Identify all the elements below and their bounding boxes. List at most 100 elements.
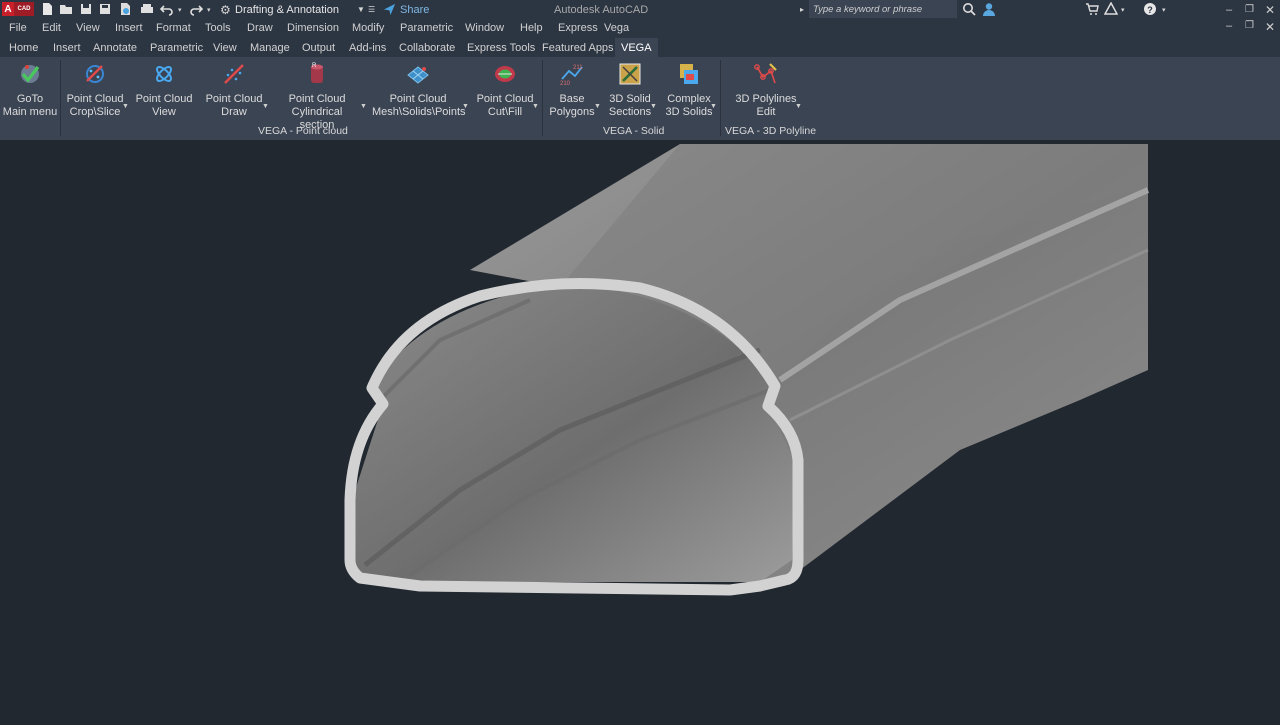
tunnel-model[interactable] [0, 140, 1280, 720]
menu-bar: File Edit View Insert Format Tools Draw … [0, 19, 1280, 38]
undo-dropdown-icon[interactable]: ▾ [178, 0, 182, 19]
menu-format[interactable]: Format [156, 22, 191, 34]
solid-sections-button[interactable]: 3D Solid Sections [604, 61, 656, 119]
user-account-icon[interactable] [982, 2, 996, 16]
share-icon[interactable] [383, 3, 396, 16]
drawing-viewport[interactable] [0, 140, 1280, 720]
point-cloud-crop-label-1: Point Cloud [66, 93, 124, 105]
menu-help[interactable]: Help [520, 22, 543, 34]
menu-modify[interactable]: Modify [352, 22, 384, 34]
drawing-restore-icon[interactable]: ❐ [1245, 20, 1254, 31]
workspace-switcher[interactable]: Drafting & Annotation [235, 0, 339, 19]
base-polygons-button[interactable]: 210 211 Base Polygons [546, 61, 598, 119]
svg-text:?: ? [1147, 5, 1153, 15]
help-dropdown-icon[interactable]: ▾ [1162, 0, 1166, 19]
ribbon-separator [60, 60, 61, 136]
menu-file[interactable]: File [9, 22, 27, 34]
new-file-icon[interactable] [40, 2, 54, 16]
plot-icon[interactable] [140, 2, 154, 16]
goto-main-menu-icon [21, 65, 40, 83]
tab-collaborate[interactable]: Collaborate [399, 42, 455, 54]
complex-solids-dropdown-icon[interactable]: ▼ [710, 103, 717, 110]
solid-sections-dropdown-icon[interactable]: ▼ [650, 103, 657, 110]
complex-solids-button[interactable]: Complex 3D Solids [662, 61, 716, 119]
point-cloud-draw-button[interactable]: Point Cloud Draw [204, 61, 264, 119]
customize-quick-access-icon[interactable]: ☰ [368, 0, 375, 19]
undo-icon[interactable] [160, 2, 174, 16]
app-logo-letter: A [2, 2, 14, 16]
point-cloud-view-icon [156, 66, 172, 82]
tab-vega[interactable]: VEGA [615, 38, 658, 57]
tab-express-tools[interactable]: Express Tools [467, 42, 535, 54]
close-icon[interactable]: ✕ [1265, 0, 1275, 19]
point-cloud-cylindrical-dropdown-icon[interactable]: ▼ [360, 103, 367, 110]
menu-view[interactable]: View [76, 22, 100, 34]
search-expand-icon[interactable]: ▸ [800, 0, 804, 19]
point-cloud-cutfill-button[interactable]: Point Cloud Cut\Fill [474, 61, 536, 119]
panel-label-solid[interactable]: VEGA - Solid [603, 125, 664, 137]
tab-parametric[interactable]: Parametric [150, 42, 203, 54]
drawing-close-icon[interactable]: ✕ [1265, 20, 1275, 34]
base-polygons-dropdown-icon[interactable]: ▼ [594, 103, 601, 110]
point-cloud-cutfill-icon [495, 66, 515, 82]
point-cloud-view-label-1: Point Cloud [135, 93, 193, 105]
base-polygons-icon: 210 211 [560, 65, 583, 87]
menu-parametric[interactable]: Parametric [400, 22, 453, 34]
point-cloud-draw-icon [224, 64, 244, 84]
point-cloud-draw-label-2: Draw [221, 106, 247, 118]
drawing-minimize-icon[interactable]: – [1226, 20, 1232, 32]
point-cloud-draw-label-1: Point Cloud [205, 93, 263, 105]
point-cloud-view-button[interactable]: Point Cloud View [134, 61, 194, 119]
polylines-edit-icon [754, 63, 777, 84]
help-search-input[interactable]: Type a keyword or phrase [809, 0, 957, 18]
tab-home[interactable]: Home [9, 42, 38, 54]
tab-output[interactable]: Output [302, 42, 335, 54]
point-cloud-draw-dropdown-icon[interactable]: ▼ [262, 103, 269, 110]
autodesk-app-store-icon[interactable] [1104, 2, 1118, 16]
point-cloud-cutfill-dropdown-icon[interactable]: ▼ [532, 103, 539, 110]
menu-insert[interactable]: Insert [115, 22, 143, 34]
menu-express[interactable]: Express [558, 22, 598, 34]
minimize-icon[interactable]: – [1226, 0, 1232, 19]
title-bar: A CAD ▾ ▾ ⚙ Drafting & Annotation ▼ ☰ Sh… [0, 0, 1280, 19]
goto-main-menu-button[interactable]: GoTo Main menu [0, 61, 60, 119]
tab-insert[interactable]: Insert [53, 42, 81, 54]
cart-icon[interactable] [1085, 2, 1099, 16]
tab-manage[interactable]: Manage [250, 42, 290, 54]
gear-icon[interactable]: ⚙ [220, 0, 231, 19]
point-cloud-mesh-button[interactable]: Point Cloud Mesh\Solids\Points [372, 61, 466, 119]
solid-sections-icon [619, 63, 641, 85]
polylines-edit-button[interactable]: 3D Polylines Edit [734, 61, 798, 119]
help-icon[interactable]: ? [1143, 2, 1157, 16]
panel-label-3d-polyline[interactable]: VEGA - 3D Polyline [725, 125, 816, 137]
app-logo[interactable]: A CAD [2, 2, 34, 16]
panel-label-point-cloud[interactable]: VEGA - Point cloud [258, 125, 348, 137]
open-folder-icon[interactable] [59, 2, 73, 16]
tab-add-ins[interactable]: Add-ins [349, 42, 386, 54]
share-button[interactable]: Share [400, 0, 429, 19]
menu-window[interactable]: Window [465, 22, 504, 34]
redo-dropdown-icon[interactable]: ▾ [207, 0, 211, 19]
restore-icon[interactable]: ❐ [1245, 0, 1254, 19]
point-cloud-mesh-dropdown-icon[interactable]: ▼ [462, 103, 469, 110]
point-cloud-cutfill-label-2: Cut\Fill [487, 106, 523, 118]
menu-vega[interactable]: Vega [604, 22, 629, 34]
menu-edit[interactable]: Edit [42, 22, 61, 34]
search-icon[interactable] [962, 2, 976, 16]
polylines-edit-dropdown-icon[interactable]: ▼ [795, 103, 802, 110]
redo-icon[interactable] [189, 2, 203, 16]
tab-featured-apps[interactable]: Featured Apps [542, 42, 614, 54]
open-from-web-icon[interactable] [118, 2, 132, 16]
tab-annotate[interactable]: Annotate [93, 42, 137, 54]
menu-tools[interactable]: Tools [205, 22, 231, 34]
menu-draw[interactable]: Draw [247, 22, 273, 34]
app-store-dropdown-icon[interactable]: ▾ [1121, 0, 1125, 19]
point-cloud-crop-slice-button[interactable]: Point Cloud Crop\Slice [64, 61, 126, 119]
point-cloud-cylindrical-button[interactable]: R Point Cloud Cylindrical section [274, 61, 360, 132]
menu-dimension[interactable]: Dimension [287, 22, 339, 34]
point-cloud-crop-dropdown-icon[interactable]: ▼ [122, 103, 129, 110]
tab-view[interactable]: View [213, 42, 237, 54]
save-icon[interactable] [79, 2, 93, 16]
save-as-icon[interactable] [98, 2, 112, 16]
workspace-dropdown-icon[interactable]: ▼ [357, 0, 365, 19]
